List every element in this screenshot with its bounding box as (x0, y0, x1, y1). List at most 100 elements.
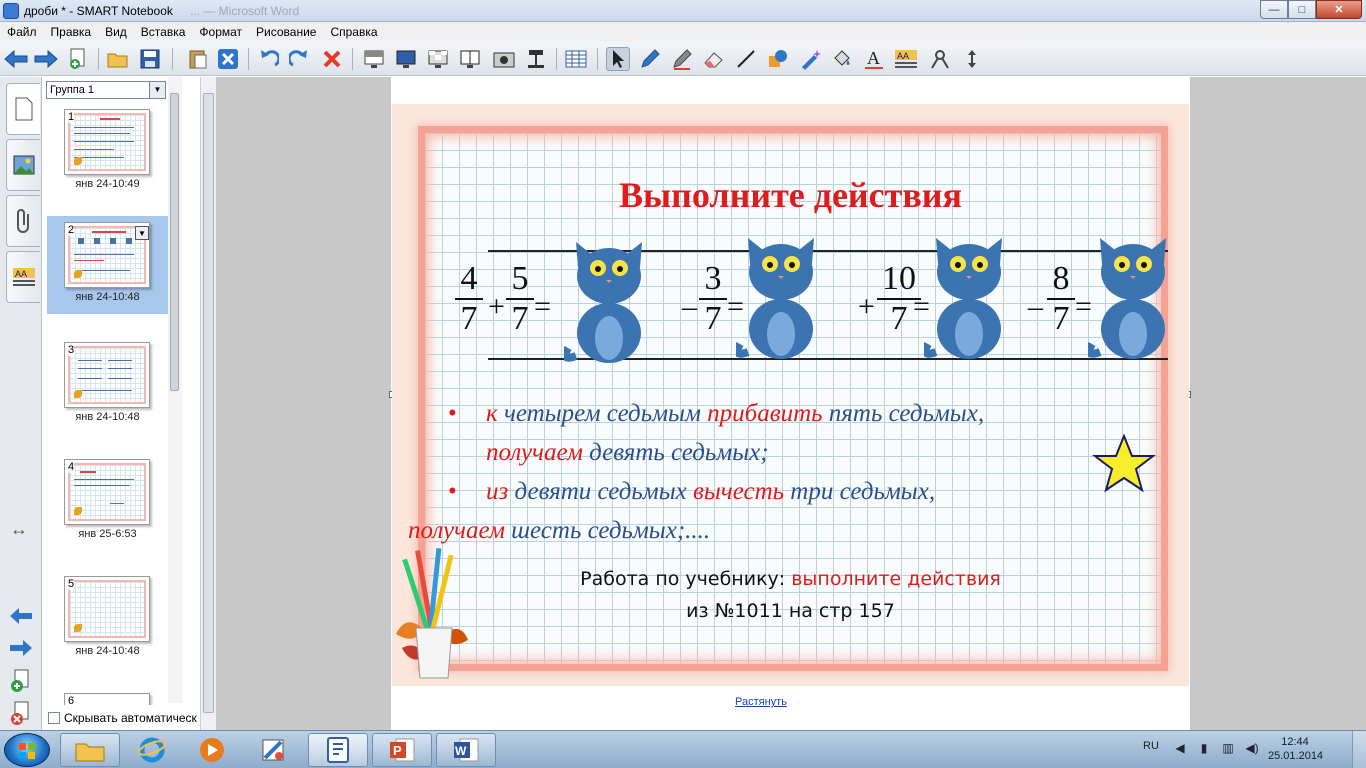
svg-text:P: P (393, 743, 402, 758)
next-page-icon[interactable] (9, 637, 33, 663)
add-page-icon[interactable] (66, 47, 90, 71)
magic-pen-icon[interactable] (798, 47, 822, 71)
dual-page-icon[interactable] (458, 47, 482, 71)
word-icon[interactable]: W (436, 733, 496, 767)
minus-sign: – (682, 290, 697, 323)
fill-icon[interactable] (830, 47, 854, 71)
move-toolbar-icon[interactable] (960, 47, 984, 71)
show-desktop-button[interactable] (1352, 731, 1366, 768)
line-icon[interactable] (734, 47, 758, 71)
creative-pen-icon[interactable] (670, 47, 694, 71)
system-clock[interactable]: 12:44 25.01.2014 (1268, 735, 1323, 763)
sorter-scroll-thumb[interactable] (170, 93, 179, 391)
sorter-splitter-scrollbar[interactable] (200, 77, 216, 730)
smart-notebook-app-icon (3, 3, 19, 19)
paste-icon[interactable] (186, 47, 210, 71)
menu-edit[interactable]: Правка (44, 25, 99, 39)
network-icon[interactable]: ▥ (1220, 741, 1236, 757)
splitter-scroll-thumb[interactable] (203, 93, 214, 713)
svg-text:W: W (455, 744, 467, 758)
screen-capture-icon[interactable] (492, 47, 516, 71)
thumbnail-image: 3 (64, 342, 150, 408)
table-icon[interactable] (564, 47, 588, 71)
full-screen-icon[interactable] (394, 47, 418, 71)
menu-insert[interactable]: Вставка (134, 25, 193, 39)
add-page-icon-side[interactable] (9, 669, 33, 693)
chevron-down-icon[interactable]: ▼ (149, 82, 165, 98)
open-folder-icon[interactable] (106, 47, 130, 71)
page-number: 4 (68, 461, 75, 473)
document-camera-icon[interactable] (524, 47, 548, 71)
cat-cover-2[interactable] (736, 234, 826, 362)
resize-sidebar-icon[interactable]: ↔ (10, 519, 28, 540)
transparent-bg-icon[interactable] (426, 47, 450, 71)
tray-expand-icon[interactable]: ◀ (1172, 741, 1188, 757)
delete-page-icon[interactable] (216, 47, 240, 71)
volume-icon[interactable]: ◀) (1244, 741, 1260, 757)
maximize-button[interactable]: □ (1288, 0, 1316, 19)
menu-draw[interactable]: Рисование (249, 25, 323, 39)
media-player-icon[interactable] (182, 733, 242, 767)
autohide-option[interactable]: Скрывать автоматическ (48, 711, 197, 725)
select-icon[interactable] (606, 47, 630, 71)
autohide-checkbox[interactable] (48, 712, 60, 724)
pen-icon[interactable] (638, 47, 662, 71)
tab-attachments[interactable] (6, 195, 40, 247)
star-icon[interactable] (1092, 434, 1156, 494)
menu-help[interactable]: Справка (323, 25, 384, 39)
menu-view[interactable]: Вид (98, 25, 134, 39)
sorter-scrollbar[interactable] (168, 77, 182, 703)
ie-icon[interactable] (122, 733, 182, 767)
measurement-icon[interactable] (928, 47, 952, 71)
previous-page-icon[interactable] (9, 605, 33, 631)
page-menu-icon[interactable]: ▼ (135, 226, 149, 240)
explanation-text: • к четырем седьмым прибавить пять седьмы… (408, 394, 1148, 550)
group-dropdown[interactable]: Группа 1 ▼ (46, 81, 166, 99)
main-toolbar: A AA (0, 42, 1366, 76)
menu-bar: Файл Правка Вид Вставка Формат Рисование… (0, 22, 1366, 42)
minimize-button[interactable]: — (1260, 0, 1288, 19)
page-thumbnail-2[interactable]: 2 ▼ янв 24-10:48 (47, 216, 168, 314)
close-button[interactable]: ✕ (1316, 0, 1362, 19)
cat-cover-1[interactable] (564, 238, 654, 366)
delete-icon[interactable] (320, 47, 344, 71)
start-button[interactable] (4, 733, 50, 767)
text-icon[interactable]: A (862, 47, 886, 71)
redo-icon[interactable] (288, 47, 312, 71)
clock-time: 12:44 (1281, 736, 1309, 748)
back-arrow-icon[interactable] (4, 47, 28, 71)
tab-page-sorter[interactable] (6, 83, 40, 135)
language-indicator[interactable]: RU (1143, 740, 1159, 752)
explorer-icon[interactable] (60, 733, 120, 767)
shapes-icon[interactable] (766, 47, 790, 71)
paint-icon[interactable] (244, 733, 304, 767)
usb-device-icon[interactable]: ▮ (1196, 741, 1212, 757)
page-thumbnail-6[interactable]: 6 (47, 687, 168, 705)
properties-icon[interactable]: AA (894, 47, 918, 71)
powerpoint-icon[interactable]: P (372, 733, 432, 767)
stretch-page-link[interactable]: Растянуть (735, 696, 787, 708)
delete-page-icon-side[interactable] (9, 701, 33, 725)
autohide-label: Скрывать автоматическ (64, 711, 197, 725)
page-number: 3 (68, 344, 75, 356)
thumbnail-image: 5 (64, 576, 150, 642)
textbook-task-line-1: Работа по учебнику: выполните действия (580, 568, 1001, 590)
page-thumbnail-5[interactable]: 5 янв 24-10:48 (47, 570, 168, 668)
svg-text:AA: AA (15, 269, 27, 279)
menu-file[interactable]: Файл (0, 25, 44, 39)
smart-notebook-icon[interactable] (308, 733, 368, 767)
eraser-icon[interactable] (702, 47, 726, 71)
undo-icon[interactable] (256, 47, 280, 71)
bullet-line-1-cont: получаем девять седьмых; (486, 439, 769, 466)
save-icon[interactable] (138, 47, 162, 71)
tab-gallery[interactable] (6, 139, 40, 191)
menu-format[interactable]: Формат (192, 25, 249, 39)
screen-shade-icon[interactable] (362, 47, 386, 71)
cat-cover-3[interactable] (924, 234, 1014, 362)
page-thumbnail-4[interactable]: 4 янв 25-6:53 (47, 453, 168, 551)
forward-arrow-icon[interactable] (34, 47, 58, 71)
page-thumbnail-1[interactable]: 1 янв 24-10:49 (47, 103, 168, 201)
page-thumbnail-3[interactable]: 3 янв 24-10:48 (47, 336, 168, 434)
cat-cover-4[interactable] (1088, 234, 1178, 362)
tab-properties[interactable]: AA (6, 251, 40, 303)
